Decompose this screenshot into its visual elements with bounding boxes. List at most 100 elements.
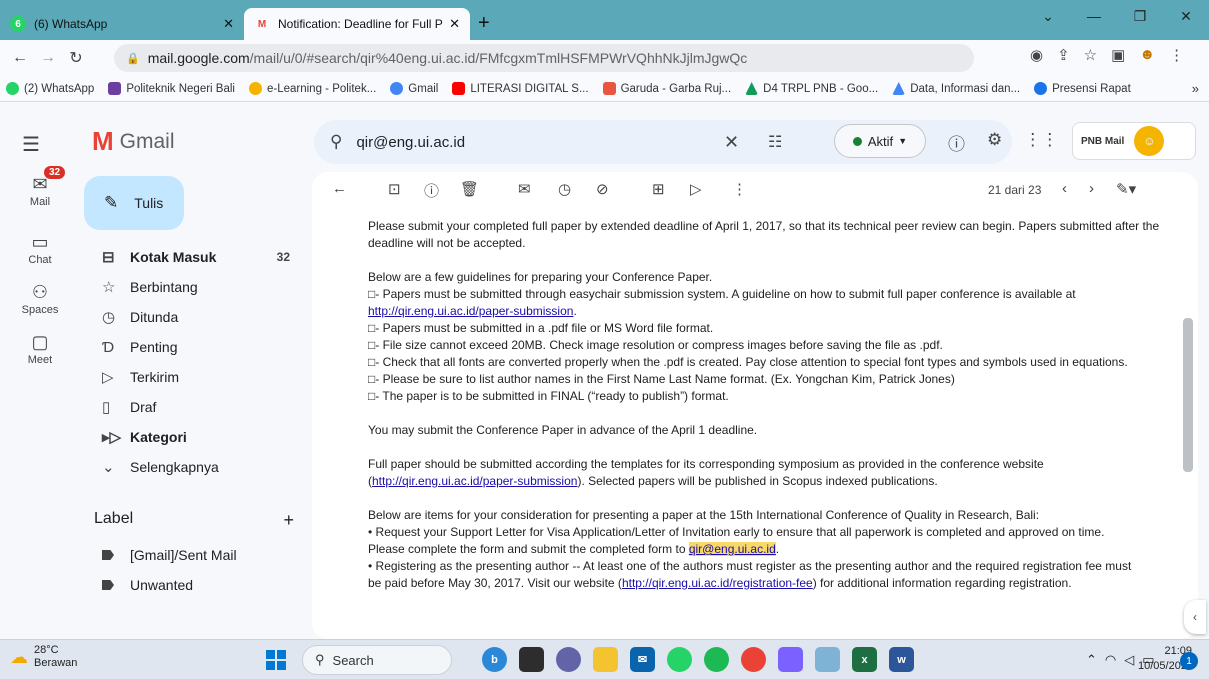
- nav-more[interactable]: ⌄ Selengkapnya: [84, 452, 300, 482]
- minimize-button[interactable]: —: [1071, 8, 1117, 24]
- teams-chat-icon[interactable]: [556, 647, 581, 672]
- bookmark-item[interactable]: Gmail: [390, 82, 438, 95]
- add-label-button[interactable]: +: [283, 510, 294, 531]
- apps-grid-icon[interactable]: ⋮⋮: [1024, 130, 1058, 155]
- avatar[interactable]: ☺: [1134, 126, 1165, 156]
- nav-sent[interactable]: ▷ Terkirim: [84, 362, 300, 392]
- volume-icon[interactable]: ◁: [1124, 652, 1134, 668]
- new-tab-button[interactable]: +: [478, 12, 490, 35]
- restore-button[interactable]: ❐: [1117, 8, 1163, 25]
- label-item[interactable]: [Gmail]/Sent Mail: [84, 540, 300, 570]
- side-panel-toggle[interactable]: ‹: [1184, 600, 1206, 634]
- tab-whatsapp[interactable]: 6 (6) WhatsApp ✕: [0, 8, 244, 40]
- main-menu-icon[interactable]: ☰: [22, 132, 40, 157]
- bookmark-item[interactable]: D4 TRPL PNB - Goo...: [745, 82, 878, 95]
- forward-button[interactable]: →: [34, 49, 62, 67]
- email-link[interactable]: qir@eng.ui.ac.id: [688, 542, 776, 556]
- paint-icon[interactable]: [778, 647, 803, 672]
- delete-icon[interactable]: 🗑: [460, 180, 479, 198]
- back-to-search-icon[interactable]: ←: [332, 180, 347, 197]
- template-link[interactable]: http://qir.eng.ui.ac.id/paper-submission: [372, 474, 577, 488]
- taskbar-search[interactable]: ⚲ Search: [302, 645, 452, 675]
- message-scrollbar[interactable]: [1183, 318, 1193, 472]
- sidepanel-icon[interactable]: ▣: [1111, 46, 1125, 64]
- whatsapp-icon[interactable]: [667, 647, 692, 672]
- eye-icon[interactable]: ◉: [1030, 46, 1043, 64]
- compose-button[interactable]: ✎ Tulis: [84, 176, 184, 230]
- tab-search-icon[interactable]: ⌄: [1025, 8, 1071, 25]
- account-switcher[interactable]: PNB Mail ☺: [1072, 122, 1196, 160]
- label-item[interactable]: Unwanted: [84, 570, 300, 600]
- settings-gear-icon[interactable]: ⚙: [987, 130, 1002, 155]
- file-explorer-icon[interactable]: [593, 647, 618, 672]
- rail-chat[interactable]: ▭ Chat: [16, 230, 64, 266]
- label-icon[interactable]: ▷: [690, 180, 702, 198]
- back-button[interactable]: ←: [6, 49, 34, 67]
- next-message-icon[interactable]: ›: [1089, 180, 1094, 198]
- spotify-icon[interactable]: [704, 647, 729, 672]
- reload-button[interactable]: ↻: [62, 48, 90, 68]
- rail-mail[interactable]: ✉ 32 Mail: [16, 166, 66, 208]
- report-spam-icon[interactable]: ⓘ: [424, 180, 439, 201]
- gmail-logo[interactable]: M Gmail: [92, 126, 175, 157]
- mark-unread-icon[interactable]: ✉: [518, 180, 531, 198]
- add-task-icon[interactable]: ⊘: [596, 180, 609, 198]
- search-icon[interactable]: ⚲: [330, 132, 342, 152]
- chrome-icon[interactable]: [741, 647, 766, 672]
- registration-fee-link[interactable]: http://qir.eng.ui.ac.id/registration-fee: [622, 576, 813, 590]
- bookmark-item[interactable]: LITERASI DIGITAL S...: [452, 82, 589, 95]
- share-icon[interactable]: ⇪: [1057, 46, 1070, 64]
- labels-header: Label +: [94, 510, 294, 531]
- help-icon[interactable]: ⓘ: [948, 130, 965, 155]
- pnb-mail-logo: PNB Mail: [1081, 135, 1125, 147]
- bing-icon[interactable]: b: [482, 647, 507, 672]
- paper-submission-link[interactable]: http://qir.eng.ui.ac.id/paper-submission: [368, 304, 573, 318]
- bookmark-item[interactable]: Garuda - Garba Ruj...: [602, 82, 731, 95]
- weather-widget[interactable]: ☁ 28°C Berawan: [10, 644, 77, 670]
- bookmark-item[interactable]: Data, Informasi dan...: [892, 82, 1020, 95]
- search-input[interactable]: qir@eng.ui.ac.id: [356, 134, 465, 151]
- excel-icon[interactable]: x: [852, 647, 877, 672]
- close-tab-icon[interactable]: ✕: [449, 16, 460, 32]
- whatsapp-icon: 6: [10, 16, 26, 32]
- rail-meet[interactable]: ▢ Meet: [16, 330, 64, 366]
- bookmark-item[interactable]: Presensi Rapat: [1034, 82, 1131, 95]
- mail-app-icon[interactable]: ✉: [630, 647, 655, 672]
- nav-starred[interactable]: ☆ Berbintang: [84, 272, 300, 302]
- templates-text: Full paper should be submitted according…: [368, 457, 1044, 471]
- task-view-icon[interactable]: [519, 647, 544, 672]
- bookmark-item[interactable]: Politeknik Negeri Bali: [108, 82, 235, 95]
- bookmark-item[interactable]: e-Learning - Politek...: [248, 82, 376, 95]
- start-button[interactable]: [266, 650, 286, 670]
- nav-inbox[interactable]: ⊟ Kotak Masuk 32: [84, 242, 300, 272]
- rail-spaces[interactable]: ⚇ Spaces: [16, 280, 64, 316]
- status-dropdown[interactable]: Aktif ▼: [834, 124, 926, 158]
- chevron-up-icon[interactable]: ⌃: [1086, 652, 1097, 668]
- bookmark-star-icon[interactable]: ☆: [1084, 46, 1097, 64]
- menu-dots-icon[interactable]: ⋮: [1169, 46, 1184, 64]
- bookmark-item[interactable]: (2) WhatsApp: [6, 82, 94, 95]
- lock-icon[interactable]: 🔒: [126, 52, 140, 65]
- address-bar[interactable]: 🔒 mail.google.com/mail/u/0/#search/qir%4…: [114, 44, 974, 72]
- tab-gmail-notification[interactable]: M Notification: Deadline for Full Pa ✕: [244, 8, 470, 40]
- more-options-icon[interactable]: ⋮: [732, 180, 747, 198]
- notification-badge[interactable]: 1: [1180, 652, 1198, 670]
- prev-message-icon[interactable]: ‹: [1062, 180, 1067, 198]
- nav-important[interactable]: Ɗ Penting: [84, 332, 300, 362]
- move-to-icon[interactable]: ⊞: [652, 180, 665, 198]
- wifi-icon[interactable]: ◠: [1105, 652, 1116, 668]
- notepad-icon[interactable]: [815, 647, 840, 672]
- profile-avatar[interactable]: ☻: [1139, 46, 1155, 64]
- close-window-button[interactable]: ✕: [1163, 8, 1209, 25]
- nav-snoozed[interactable]: ◷ Ditunda: [84, 302, 300, 332]
- bookmarks-more-icon[interactable]: »: [1192, 81, 1199, 96]
- word-icon[interactable]: w: [889, 647, 914, 672]
- snooze-icon[interactable]: ◷: [558, 180, 571, 198]
- nav-drafts[interactable]: ▯ Draf: [84, 392, 300, 422]
- archive-icon[interactable]: ⊡: [388, 180, 401, 198]
- close-tab-icon[interactable]: ✕: [223, 16, 234, 32]
- nav-categories[interactable]: ▸▷ Kategori: [84, 422, 300, 452]
- search-options-icon[interactable]: ☷: [768, 132, 782, 152]
- clear-search-icon[interactable]: ✕: [724, 132, 739, 153]
- input-tools-icon[interactable]: ✎▾: [1116, 180, 1136, 198]
